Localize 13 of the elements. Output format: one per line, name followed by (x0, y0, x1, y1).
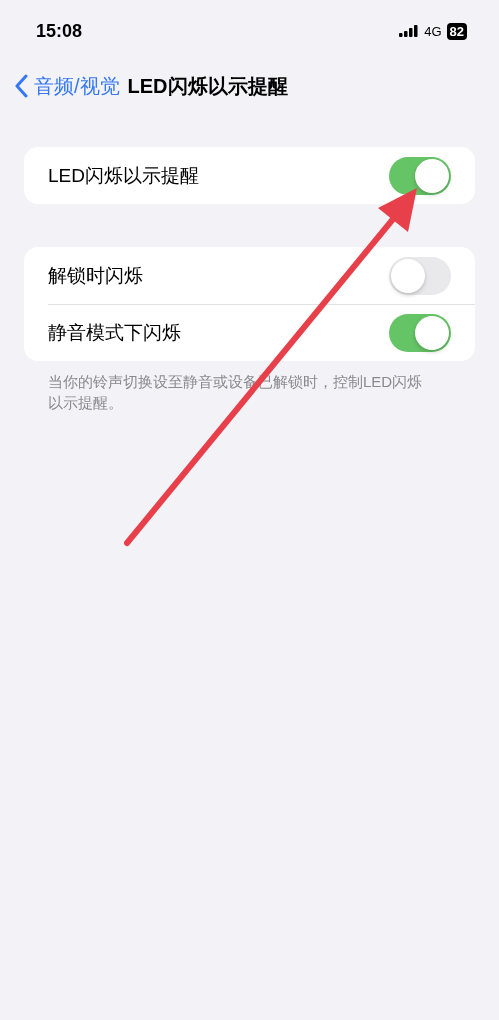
toggle-switch[interactable] (389, 313, 451, 352)
setting-label: LED闪烁以示提醒 (48, 163, 199, 188)
status-time: 15:08 (36, 20, 83, 42)
page-title: LED闪烁以示提醒 (127, 73, 288, 99)
toggle-switch[interactable] (389, 256, 451, 295)
network-type: 4G (424, 23, 442, 39)
signal-icon (399, 25, 420, 37)
toggle-switch[interactable] (389, 156, 451, 195)
setting-label: 解锁时闪烁 (48, 263, 143, 288)
back-chevron-icon (14, 74, 28, 98)
setting-label: 静音模式下闪烁 (48, 320, 181, 345)
back-button[interactable]: 音频/视觉 (14, 72, 120, 100)
battery-level: 82 (446, 22, 467, 40)
